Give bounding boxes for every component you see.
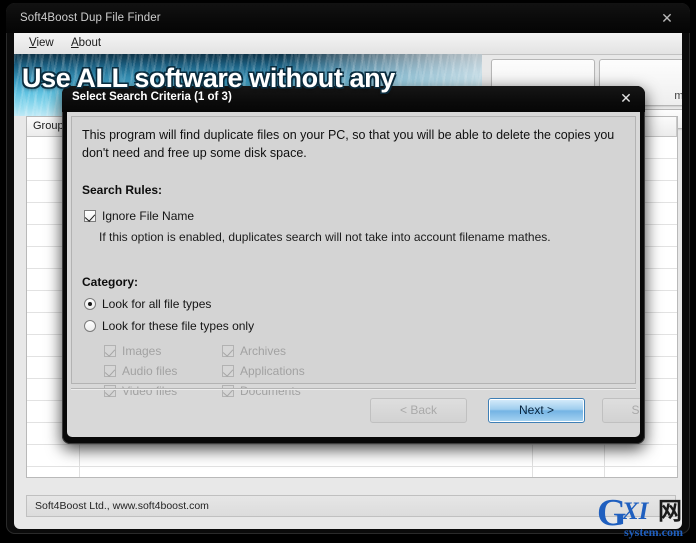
table-row[interactable]	[27, 445, 677, 467]
next-button[interactable]: Next >	[488, 398, 585, 423]
screen: Soft4Boost Dup File Finder ✕ View About …	[0, 0, 696, 543]
search-button[interactable]: Search	[602, 398, 640, 423]
window-titlebar: Soft4Boost Dup File Finder ✕	[6, 3, 690, 33]
menu-bar: View About	[14, 33, 682, 55]
menu-item-about[interactable]: About	[66, 36, 106, 50]
search-rules-heading: Search Rules:	[82, 183, 163, 197]
back-button[interactable]: < Back	[370, 398, 467, 423]
radio-icon	[84, 320, 96, 332]
ignore-file-name-hint: If this option is enabled, duplicates se…	[99, 230, 551, 244]
category-heading: Category:	[82, 275, 139, 289]
table-row[interactable]	[27, 467, 677, 477]
radio-all-file-types-label: Look for all file types	[102, 297, 212, 311]
dialog-intro-text: This program will find duplicate files o…	[82, 128, 615, 160]
toolbar-button-2-label: ms	[674, 90, 682, 102]
checkbox-video-files-label: Video files	[122, 384, 178, 398]
checkbox-icon	[84, 210, 96, 222]
checkbox-video-files[interactable]: Video files	[104, 384, 177, 398]
checkbox-ignore-file-name-label: Ignore File Name	[102, 209, 195, 223]
checkbox-icon	[222, 345, 234, 357]
checkbox-icon	[222, 365, 234, 377]
checkbox-icon	[104, 385, 116, 397]
status-bar: Soft4Boost Ltd., www.soft4boost.com	[26, 495, 676, 517]
radio-all-file-types[interactable]: Look for all file types	[84, 297, 211, 311]
checkbox-icon	[222, 385, 234, 397]
dialog-body: This program will find duplicate files o…	[67, 112, 640, 437]
radio-these-file-types-only-label: Look for these file types only	[102, 319, 255, 333]
checkbox-images-label: Images	[122, 344, 162, 358]
checkbox-icon	[104, 365, 116, 377]
radio-icon	[84, 298, 96, 310]
checkbox-applications[interactable]: Applications	[222, 364, 305, 378]
checkbox-documents-label: Documents	[240, 384, 301, 398]
dialog-close-icon[interactable]: ✕	[617, 89, 635, 107]
checkbox-ignore-file-name[interactable]: Ignore File Name	[84, 209, 194, 223]
checkbox-audio-files[interactable]: Audio files	[104, 364, 177, 378]
radio-these-file-types-only[interactable]: Look for these file types only	[84, 319, 254, 333]
promo-banner-text: Use ALL software without any	[22, 63, 395, 93]
menu-item-view[interactable]: View	[24, 36, 59, 50]
checkbox-documents[interactable]: Documents	[222, 384, 301, 398]
select-search-criteria-dialog: Select Search Criteria (1 of 3) ✕ This p…	[62, 86, 645, 444]
dialog-content-panel: This program will find duplicate files o…	[71, 116, 636, 398]
checkbox-archives[interactable]: Archives	[222, 344, 286, 358]
checkbox-icon	[104, 345, 116, 357]
window-close-icon[interactable]: ✕	[658, 3, 676, 33]
checkbox-audio-files-label: Audio files	[122, 364, 178, 378]
checkbox-archives-label: Archives	[240, 344, 287, 358]
window-title: Soft4Boost Dup File Finder	[20, 12, 161, 24]
dialog-separator	[71, 388, 636, 390]
checkbox-applications-label: Applications	[240, 364, 305, 378]
checkbox-images[interactable]: Images	[104, 344, 161, 358]
